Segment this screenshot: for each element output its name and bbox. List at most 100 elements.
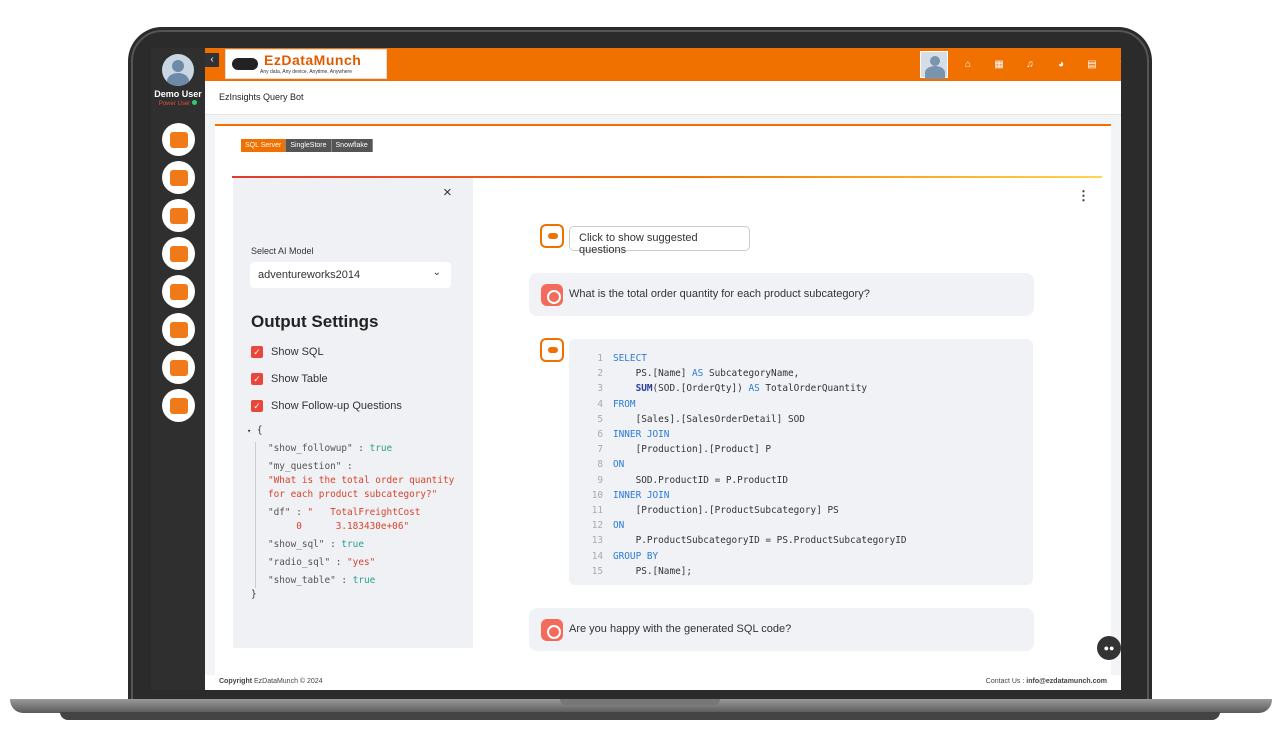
json-row: "df" : " TotalFreightCost 0 3.183430e+06…	[268, 507, 421, 532]
sql-line: 13 P.ProductSubcategoryID = PS.ProductSu…	[589, 533, 1033, 548]
rail-button-dashboard[interactable]	[162, 123, 195, 156]
contact: Contact Us : info@ezdatamunch.com	[985, 678, 1107, 685]
line-number: 13	[591, 535, 603, 547]
header-avatar[interactable]	[920, 51, 948, 79]
line-number: 3	[597, 383, 603, 395]
document-icon	[169, 359, 188, 376]
laptop-base-shadow	[60, 712, 1220, 720]
left-rail: Demo User Power User	[151, 48, 205, 690]
sql-code-text: PS.[Name] AS SubcategoryName,	[613, 368, 800, 380]
json-row: "show_sql" : true	[268, 539, 364, 550]
rail-button-team[interactable]	[162, 389, 195, 422]
sql-line: 8 ON	[589, 457, 1033, 472]
page-title: EzInsights Query Bot	[219, 92, 304, 102]
copyright: Copyright EzDataMunch © 2024	[219, 678, 323, 685]
tab-snowflake[interactable]: Snowflake	[331, 139, 373, 152]
report-icon	[169, 207, 188, 224]
sql-code-text: FROM	[613, 398, 636, 410]
calendar-icon	[169, 283, 188, 300]
sql-code-text: SUM(SOD.[OrderQty]) AS TotalOrderQuantit…	[635, 383, 868, 395]
screen: Demo User Power User ‹ EzDataMunch Any d…	[151, 48, 1121, 690]
json-row: "show_table" : true	[268, 575, 376, 586]
line-number: 14	[591, 550, 603, 562]
user-message-text: What is the total order quantity for eac…	[569, 288, 870, 300]
sql-line: 2 PS.[Name] AS SubcategoryName,	[589, 366, 1033, 381]
bot-message: Are you happy with the generated SQL cod…	[529, 608, 1034, 651]
sql-code-text: INNER JOIN	[613, 429, 670, 441]
output-settings-title: Output Settings	[251, 312, 379, 331]
user-avatar[interactable]	[162, 54, 194, 86]
layout-icon	[169, 245, 188, 262]
show-table-checkbox[interactable]: ✓ Show Table	[251, 373, 328, 385]
json-row: "show_followup" : true	[268, 443, 393, 454]
sql-line: 15 PS.[Name];	[589, 564, 1033, 579]
sql-line: 4 FROM	[589, 397, 1033, 412]
sql-line: 12 ON	[589, 518, 1033, 533]
close-icon[interactable]: ×	[443, 184, 452, 201]
user-message: What is the total order quantity for eac…	[529, 273, 1034, 316]
rail-button-analytics[interactable]	[162, 161, 195, 194]
collapse-sidebar-button[interactable]: ‹	[205, 53, 219, 67]
line-number: 7	[597, 444, 603, 456]
sql-code-text: PS.[Name];	[613, 565, 693, 577]
rail-button-monitor[interactable]	[162, 313, 195, 346]
home-icon[interactable]: ⌂	[957, 59, 979, 70]
sql-code-text: SELECT	[613, 353, 647, 364]
chat-bubble-icon[interactable]: ●●	[1097, 636, 1121, 660]
more-options-icon[interactable]: ⋮	[1077, 188, 1090, 204]
sql-code-text: INNER JOIN	[613, 489, 670, 501]
line-number: 15	[591, 565, 603, 577]
json-open-brace[interactable]: ▾ {	[247, 424, 461, 438]
json-row: "radio_sql" : "yes"	[268, 557, 376, 568]
settings-panel: × Select AI Model adventureworks2014 ⌄ O…	[233, 178, 473, 648]
table-icon[interactable]: ▤	[1081, 59, 1103, 70]
globe-icon[interactable]: ◕	[1050, 59, 1072, 70]
sql-line: 7 [Production].[Product] P	[589, 442, 1033, 457]
sql-line: 14 GROUP BY	[589, 549, 1033, 564]
suggested-questions-button[interactable]: Click to show suggested questions	[569, 226, 750, 256]
checkbox-checked-icon: ✓	[251, 373, 263, 385]
online-status-icon	[192, 100, 198, 105]
sql-line: 9 SOD.ProductID = P.ProductID	[589, 473, 1033, 488]
analytics-icon	[169, 169, 188, 186]
sql-code-block: 1 SELECT 2 PS.[Name] AS SubcategoryName, 3 …	[569, 339, 1033, 585]
chevron-down-icon: ⌄	[432, 267, 441, 278]
model-select[interactable]: adventureworks2014 ⌄	[250, 262, 451, 288]
line-number: 9	[597, 474, 603, 486]
bot-icon	[540, 338, 564, 362]
database-tabs: SQL Server SingleStore Snowflake	[241, 139, 373, 152]
logo[interactable]: EzDataMunch Any data, Any device, Anytim…	[225, 49, 387, 79]
sql-line: 1 SELECT	[589, 351, 1033, 366]
user-chat-icon	[541, 284, 563, 306]
checkbox-checked-icon: ✓	[251, 400, 263, 412]
contact-email[interactable]: info@ezdatamunch.com	[1026, 678, 1107, 685]
footer: Copyright EzDataMunch © 2024 Contact Us …	[205, 675, 1121, 690]
show-followup-checkbox[interactable]: ✓ Show Follow-up Questions	[251, 400, 402, 412]
rail-button-calendar[interactable]	[162, 275, 195, 308]
sql-line: 3 SUM(SOD.[OrderQty]) AS TotalOrderQuant…	[589, 381, 1033, 396]
sql-line: 6 INNER JOIN	[589, 427, 1033, 442]
sql-code-text: ON	[613, 459, 625, 471]
bell-icon[interactable]: ♫	[1019, 59, 1041, 70]
logo-tagline: Any data, Any device, Anytime, Anywhere	[260, 69, 352, 75]
bot-message-text: Are you happy with the generated SQL cod…	[569, 623, 792, 635]
line-number: 11	[591, 505, 603, 517]
json-value: "What is the total order quantity for ea…	[268, 475, 455, 500]
tab-singlestore[interactable]: SingleStore	[286, 139, 332, 152]
sql-line: 11 [Production].[ProductSubcategory] PS	[589, 503, 1033, 518]
line-number: 8	[597, 459, 603, 471]
grid-icon[interactable]: ▦	[988, 59, 1010, 70]
line-number: 2	[597, 368, 603, 380]
tab-sql-server[interactable]: SQL Server	[241, 139, 287, 152]
sql-line: 10 INNER JOIN	[589, 488, 1033, 503]
line-number: 6	[597, 429, 603, 441]
top-bar: ‹ EzDataMunch Any data, Any device, Anyt…	[205, 48, 1121, 81]
rail-button-layout[interactable]	[162, 237, 195, 270]
rail-button-reports[interactable]	[162, 199, 195, 232]
rail-button-documents[interactable]	[162, 351, 195, 384]
laptop-notch	[560, 699, 720, 705]
page-header: EzInsights Query Bot	[205, 81, 1121, 115]
help-icon[interactable]: ?	[1112, 59, 1121, 70]
sql-line: 5 [Sales].[SalesOrderDetail] SOD	[589, 412, 1033, 427]
show-sql-checkbox[interactable]: ✓ Show SQL	[251, 346, 324, 358]
